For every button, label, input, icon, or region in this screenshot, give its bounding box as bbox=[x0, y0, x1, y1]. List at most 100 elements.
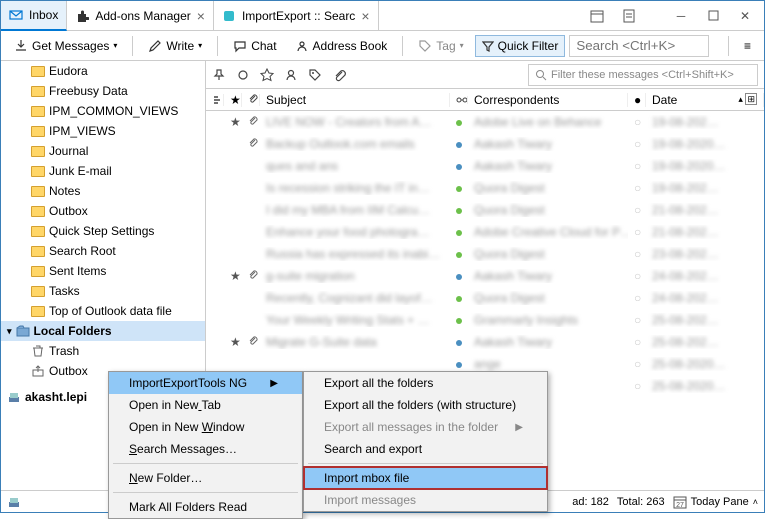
menu-item[interactable]: Import mbox file bbox=[304, 467, 547, 489]
menu-item[interactable]: Mark All Folders Read bbox=[109, 496, 302, 518]
chat-button[interactable]: Chat bbox=[226, 35, 283, 57]
menu-item: Export all messages in the folder▶ bbox=[304, 416, 547, 438]
attachment-icon[interactable] bbox=[332, 68, 346, 82]
menu-item[interactable]: Export all the folders (with structure) bbox=[304, 394, 547, 416]
folder-item[interactable]: Freebusy Data bbox=[1, 81, 205, 101]
filter-icon bbox=[482, 40, 494, 52]
folder-item[interactable]: Tasks bbox=[1, 281, 205, 301]
menu-label: Search Messages… bbox=[129, 442, 237, 456]
addon-icon bbox=[75, 9, 89, 23]
trash-folder[interactable]: Trash bbox=[1, 341, 205, 361]
import-icon bbox=[222, 9, 236, 23]
close-icon[interactable]: × bbox=[361, 8, 369, 24]
read-column[interactable] bbox=[450, 96, 468, 104]
folder-label: Sent Items bbox=[49, 264, 106, 278]
indicator-column[interactable]: ● bbox=[628, 93, 646, 107]
message-row[interactable]: ★g-suite migrationAakash Tiwary○24-08-20… bbox=[206, 265, 764, 287]
message-row[interactable]: Enhance your food photogra…Adobe Creativ… bbox=[206, 221, 764, 243]
get-messages-button[interactable]: Get Messages ▾ bbox=[7, 35, 124, 57]
folder-item[interactable]: Sent Items bbox=[1, 261, 205, 281]
contact-icon[interactable] bbox=[284, 68, 298, 82]
message-row[interactable]: Your Weekly Writing Stats + …Grammarly I… bbox=[206, 309, 764, 331]
menu-item[interactable]: New Folder… bbox=[109, 467, 302, 489]
message-row[interactable]: Is recession striking the IT in…Quora Di… bbox=[206, 177, 764, 199]
context-menu: ImportExportTools NG▶ Open in New Tab Open… bbox=[108, 371, 303, 519]
folder-label: Quick Step Settings bbox=[49, 224, 154, 238]
account-icon bbox=[7, 390, 21, 404]
folder-label: Top of Outlook data file bbox=[49, 304, 172, 318]
attachment-column[interactable] bbox=[242, 94, 260, 106]
subject-column[interactable]: Subject bbox=[260, 93, 450, 107]
close-icon[interactable]: × bbox=[197, 8, 205, 24]
folder-icon bbox=[31, 86, 45, 97]
menu-item[interactable]: ImportExportTools NG▶ bbox=[109, 372, 302, 394]
write-button[interactable]: Write ▾ bbox=[141, 35, 209, 57]
menu-button[interactable]: ≡ bbox=[737, 35, 758, 57]
message-row[interactable]: Backup Outlook.com emailsAakash Tiwary○1… bbox=[206, 133, 764, 155]
folder-item[interactable]: Quick Step Settings bbox=[1, 221, 205, 241]
date-column[interactable]: Date▴ ⊞ bbox=[646, 93, 764, 107]
folder-item[interactable]: Outbox bbox=[1, 201, 205, 221]
message-row[interactable]: ★LIVE NOW - Creators from A…Adobe Live o… bbox=[206, 111, 764, 133]
correspondents-column[interactable]: Correspondents bbox=[468, 93, 628, 107]
tasks-icon[interactable] bbox=[614, 2, 644, 30]
address-book-button[interactable]: Address Book bbox=[288, 35, 395, 57]
menu-item[interactable]: Search and export bbox=[304, 438, 547, 460]
folder-icon bbox=[31, 126, 45, 137]
folder-item[interactable]: IPM_VIEWS bbox=[1, 121, 205, 141]
tab-importexport[interactable]: ImportExport :: Searc × bbox=[214, 1, 379, 31]
folder-label: Eudora bbox=[49, 64, 88, 78]
quick-filter-button[interactable]: Quick Filter bbox=[475, 35, 566, 57]
menu-label: New Folder… bbox=[129, 471, 202, 485]
menu-label: Export all the folders bbox=[324, 376, 433, 390]
today-pane-button[interactable]: 27Today Pane ˄ bbox=[673, 495, 758, 509]
chevron-right-icon: ▶ bbox=[270, 378, 278, 389]
message-row[interactable]: Recently, Cognizant did layof…Quora Dige… bbox=[206, 287, 764, 309]
pin-icon[interactable] bbox=[212, 68, 226, 82]
folder-item[interactable]: Eudora bbox=[1, 61, 205, 81]
maximize-button[interactable] bbox=[698, 2, 728, 30]
thread-column[interactable] bbox=[206, 94, 224, 106]
folder-icon bbox=[31, 246, 45, 257]
context-submenu: Export all the folders Export all the fol… bbox=[303, 371, 548, 512]
folder-item[interactable]: Top of Outlook data file bbox=[1, 301, 205, 321]
folder-label: Journal bbox=[49, 144, 88, 158]
tag-icon[interactable] bbox=[308, 68, 322, 82]
folder-item[interactable]: Notes bbox=[1, 181, 205, 201]
message-row[interactable]: ★Migrate G-Suite dataAakash Tiwary○25-08… bbox=[206, 331, 764, 353]
folder-label: Outbox bbox=[49, 204, 88, 218]
chevron-down-icon: ▾ bbox=[113, 41, 117, 50]
tab-addons[interactable]: Add-ons Manager × bbox=[67, 1, 214, 31]
column-headers: ★ Subject Correspondents ● Date▴ ⊞ bbox=[206, 89, 764, 111]
tab-inbox[interactable]: Inbox bbox=[1, 1, 67, 31]
message-row[interactable]: ques and ansAakash Tiwary○19-08-2020… bbox=[206, 155, 764, 177]
menu-item[interactable]: Open in New Window bbox=[109, 416, 302, 438]
folder-icon bbox=[31, 146, 45, 157]
star-icon[interactable] bbox=[260, 68, 274, 82]
tag-button[interactable]: Tag ▾ bbox=[411, 35, 470, 57]
minimize-button[interactable]: ─ bbox=[666, 2, 696, 30]
message-row[interactable]: I did my MBA from IIM Calcu…Quora Digest… bbox=[206, 199, 764, 221]
folder-item[interactable]: Junk E-mail bbox=[1, 161, 205, 181]
folder-item[interactable]: Journal bbox=[1, 141, 205, 161]
menu-item[interactable]: Open in New Tab bbox=[109, 394, 302, 416]
search-input[interactable] bbox=[569, 35, 709, 57]
filter-input[interactable]: Filter these messages <Ctrl+Shift+K> bbox=[528, 64, 758, 86]
local-folders[interactable]: ▾ Local Folders bbox=[1, 321, 205, 341]
download-icon bbox=[14, 39, 28, 53]
folder-item[interactable]: IPM_COMMON_VIEWS bbox=[1, 101, 205, 121]
menu-label: Import messages bbox=[324, 493, 416, 507]
pencil-icon bbox=[148, 39, 162, 53]
menu-label: Open in New Tab bbox=[129, 398, 221, 412]
chevron-down-icon: ▾ bbox=[198, 41, 202, 50]
unread-icon[interactable] bbox=[236, 68, 250, 82]
main-toolbar: Get Messages ▾ Write ▾ Chat Address Book… bbox=[1, 31, 764, 61]
folder-item[interactable]: Search Root bbox=[1, 241, 205, 261]
menu-item[interactable]: Search Messages… bbox=[109, 438, 302, 460]
calendar-icon[interactable] bbox=[582, 2, 612, 30]
menu-item[interactable]: Export all the folders bbox=[304, 372, 547, 394]
message-row[interactable]: Russia has expressed its inabi…Quora Dig… bbox=[206, 243, 764, 265]
menu-item: Import messages bbox=[304, 489, 547, 511]
star-column[interactable]: ★ bbox=[224, 93, 242, 107]
close-button[interactable]: ✕ bbox=[730, 2, 760, 30]
